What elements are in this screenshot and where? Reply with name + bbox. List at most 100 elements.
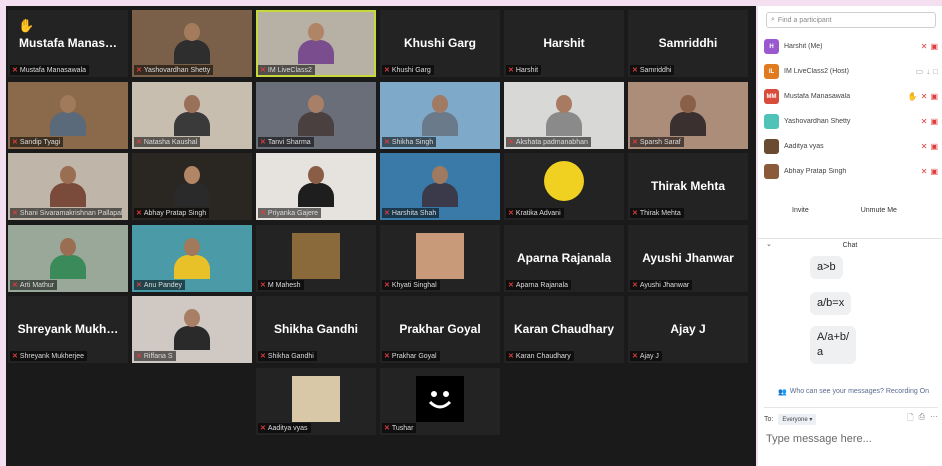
participant-name-label: ✕ Harshita Shah <box>382 208 440 218</box>
mic-muted-icon: ✕ <box>136 67 142 74</box>
mic-muted-icon: ✕ <box>260 282 266 289</box>
video-tile[interactable]: Ayushi Jhanwar ✕ Ayushi Jhanwar <box>628 225 748 292</box>
video-tile[interactable]: ✕ Arti Mathur <box>8 225 128 292</box>
more-icon[interactable]: ⋯ <box>930 412 938 426</box>
participant-name: Mustafa Manasawala <box>19 66 87 74</box>
video-tile[interactable]: ✕ Kratika Advani <box>504 153 624 220</box>
unmute-me-button[interactable]: Unmute Me <box>857 205 901 216</box>
raised-hand-icon: ✋ <box>907 92 918 101</box>
video-tile[interactable]: ✕ Akshata padmanabhan <box>504 82 624 149</box>
video-tile[interactable]: ✕ Sandip Tyagi <box>8 82 128 149</box>
video-tile[interactable]: Karan Chaudhary ✕ Karan Chaudhary <box>504 296 624 363</box>
screenshot-icon[interactable]: ⎙ <box>919 412 925 426</box>
video-tile[interactable]: ✋ Mustafa Manas… ✕ Mustafa Manasawala <box>8 10 128 77</box>
video-tile[interactable]: Samriddhi ✕ Samriddhi <box>628 10 748 77</box>
video-tile[interactable]: Thirak Mehta ✕ Thirak Mehta <box>628 153 748 220</box>
participant-row[interactable]: Abhay Pratap Singh ✕ ▣ <box>764 159 938 184</box>
chat-message-input[interactable] <box>766 430 934 448</box>
participant-row[interactable]: MM Mustafa Manasawala ✋ ✕ ▣ <box>764 84 938 109</box>
mic-muted-icon: ✕ <box>632 353 638 360</box>
video-tile[interactable]: Khushi Garg ✕ Khushi Garg <box>380 10 500 77</box>
video-tile[interactable]: ✕ Abhay Pratap Singh <box>132 153 252 220</box>
mic-muted-icon: ✕ <box>384 139 390 146</box>
mic-muted-icon: ✕ <box>12 353 18 360</box>
video-tile[interactable]: ✕ M Mahesh <box>256 225 376 292</box>
chevron-down-icon[interactable]: ⌄ <box>766 240 772 248</box>
mic-muted-icon: ✕ <box>12 139 18 146</box>
participant-list: H Harshit (Me) ✕ ▣ IL IM LiveClass2 (Host) ▭ ↓ □… <box>764 34 938 184</box>
participant-display-name: Samriddhi <box>658 36 718 50</box>
participant-status-icons: ▭ ↓ □ <box>916 67 938 76</box>
participant-name: Samriddhi <box>639 66 672 74</box>
video-tile[interactable]: Harshit ✕ Harshit <box>504 10 624 77</box>
video-tile[interactable]: Aparna Rajanala ✕ Aparna Rajanala <box>504 225 624 292</box>
video-tile[interactable]: ✕ Sparsh Saraf <box>628 82 748 149</box>
mic-muted-icon: ✕ <box>12 282 18 289</box>
participant-name: Shani Sivaramakrishnan Pallapalli <box>19 209 122 217</box>
video-tile[interactable]: ✕ Tanvi Sharma <box>256 82 376 149</box>
participant-name-label: ✕ Prakhar Goyal <box>382 351 440 361</box>
participants-chat-sidebar: ⌕ Find a participant H Harshit (Me) ✕ ▣ IL IM… <box>758 6 942 466</box>
participant-search[interactable]: ⌕ Find a participant <box>766 12 936 28</box>
file-icon[interactable]: 🗋 <box>907 412 913 426</box>
participant-name-label: ✕ Shani Sivaramakrishnan Pallapalli <box>10 208 122 218</box>
participant-display-name: Harshit <box>543 36 585 50</box>
participant-list-name: IM LiveClass2 (Host) <box>784 68 849 75</box>
video-tile[interactable]: Prakhar Goyal ✕ Prakhar Goyal <box>380 296 500 363</box>
participant-name: Yashovardhan Shetty <box>143 66 211 74</box>
participant-display-name: Ajay J <box>670 322 706 336</box>
participant-row[interactable]: Aaditya vyas ✕ ▣ <box>764 134 938 159</box>
video-gallery: ✋ Mustafa Manas… ✕ Mustafa Manasawala ✕ Yasho… <box>6 6 756 466</box>
video-tile[interactable]: ✕ Shani Sivaramakrishnan Pallapalli <box>8 153 128 220</box>
video-tile[interactable]: ✕ Riffana S <box>132 296 252 363</box>
participant-name-label: ✕ Khyati Singhal <box>382 280 440 290</box>
video-tile[interactable]: ✕ Harshita Shah <box>380 153 500 220</box>
recipient-select[interactable]: Everyone ▾ <box>778 413 817 425</box>
video-tile[interactable]: Shikha Gandhi ✕ Shikha Gandhi <box>256 296 376 363</box>
recipient-value: Everyone <box>782 416 808 423</box>
mic-muted-icon: ✕ <box>632 67 638 74</box>
invite-button[interactable]: Invite <box>788 205 813 216</box>
participant-name-label: ✕ Karan Chaudhary <box>506 351 574 361</box>
avatar <box>764 114 779 129</box>
video-tile[interactable]: ✕ Shikha Singh <box>380 82 500 149</box>
participant-video <box>298 95 334 136</box>
participant-name: Anu Pandey <box>143 281 183 289</box>
participant-display-name: Thirak Mehta <box>650 179 725 193</box>
participant-name: Karan Chaudhary <box>515 352 571 360</box>
participant-row[interactable]: Yashovardhan Shetty ✕ ▣ <box>764 109 938 134</box>
video-tile[interactable]: ✕ IM LiveClass2 <box>256 10 376 77</box>
participant-list-name: Aaditya vyas <box>784 143 824 150</box>
mic-muted-icon: ✕ <box>12 210 18 217</box>
profile-picture <box>416 233 464 279</box>
camera-off-icon: ▣ <box>930 92 938 101</box>
participant-list-name: Harshit (Me) <box>784 43 823 50</box>
participant-name: Ayushi Jhanwar <box>639 281 690 289</box>
mic-muted-icon: ✕ <box>508 67 514 74</box>
chat-message: a>b <box>810 256 843 279</box>
mic-muted-icon: ✕ <box>136 210 142 217</box>
who-can-see-link[interactable]: 👥 Who can see your messages? Recording O… <box>778 388 929 396</box>
participant-name: Harshit <box>515 66 539 74</box>
video-tile[interactable]: ✕ Tushar <box>380 368 500 435</box>
participant-name: Sparsh Saraf <box>639 138 681 146</box>
video-tile[interactable]: Shreyank Mukh… ✕ Shreyank Mukherjee <box>8 296 128 363</box>
video-tile[interactable]: Ajay J ✕ Ajay J <box>628 296 748 363</box>
participant-name-label: ✕ Tanvi Sharma <box>258 137 314 147</box>
camera-off-icon: ▣ <box>930 42 938 51</box>
video-tile[interactable]: ✕ Aaditya vyas <box>256 368 376 435</box>
video-tile[interactable]: ✕ Yashovardhan Shetty <box>132 10 252 77</box>
participant-row[interactable]: H Harshit (Me) ✕ ▣ <box>764 34 938 59</box>
video-tile[interactable]: ✕ Khyati Singhal <box>380 225 500 292</box>
participant-name-label: ✕ IM LiveClass2 <box>258 65 315 75</box>
participant-video <box>670 95 706 136</box>
profile-picture <box>292 233 340 279</box>
video-tile[interactable]: ✕ Natasha Kaushal <box>132 82 252 149</box>
participant-row[interactable]: IL IM LiveClass2 (Host) ▭ ↓ □ <box>764 59 938 84</box>
participant-name-label: ✕ Ajay J <box>630 351 662 361</box>
camera-off-icon: ▣ <box>930 117 938 126</box>
video-tile[interactable]: ✕ Priyanka Gajere <box>256 153 376 220</box>
video-tile[interactable]: ✕ Anu Pandey <box>132 225 252 292</box>
mic-muted-icon: ✕ <box>12 67 18 74</box>
mic-muted-icon: ✕ <box>260 425 266 432</box>
